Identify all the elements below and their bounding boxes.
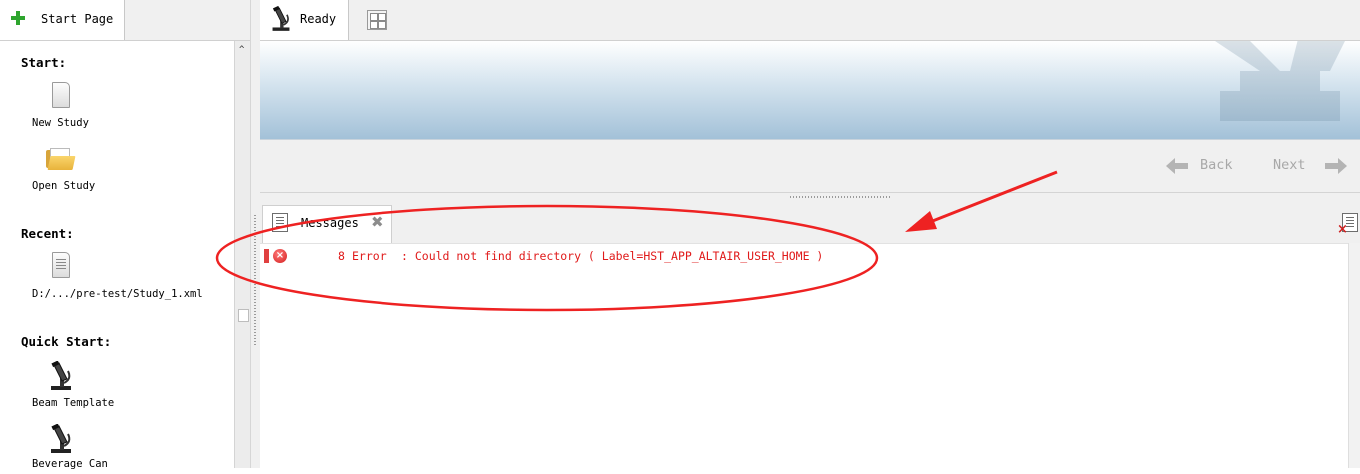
new-document-icon [52,82,70,108]
splitter-grip [790,196,890,198]
wizard-nav-bar: Back Next [260,139,1360,193]
left-panel-scrollbar[interactable]: ^ [234,41,251,468]
message-severity: Error [352,249,387,263]
workspace-tab-bar [260,0,1360,41]
back-button[interactable]: Back [1200,157,1233,173]
message-count: 8 [338,249,345,263]
workspace-banner [260,41,1360,139]
recent-study-item[interactable]: D:/.../pre-test/Study_1.xml [32,252,212,308]
grid-view-icon[interactable] [367,10,387,30]
open-study-item[interactable]: Open Study [32,148,162,204]
beverage-can-item[interactable]: Beverage Can [32,424,162,474]
microscope-icon [51,361,71,390]
clear-x-icon: × [1337,222,1348,237]
messages-list [260,243,1348,469]
tab-messages-label: Messages [301,216,359,230]
new-study-label: New Study [32,117,89,129]
back-arrow-icon[interactable] [1166,158,1188,174]
scroll-up-arrow-icon[interactable]: ^ [239,45,244,55]
tab-ready-label: Ready [300,12,337,26]
tab-ready[interactable]: Ready [260,0,349,40]
message-text: : Could not find directory ( Label=HST_A… [401,249,824,263]
section-title-recent: Recent: [21,226,74,241]
section-title-quick-start: Quick Start: [21,334,112,349]
messages-list-icon [272,213,288,232]
beam-template-item[interactable]: Beam Template [32,361,162,411]
start-page-panel: Start: New Study Open Study Recent: D:/.… [0,41,234,470]
tab-start-page-label: Start Page [41,12,114,26]
new-study-item[interactable]: New Study [32,82,162,138]
recent-study-path: D:/.../pre-test/Study_1.xml [32,288,203,300]
close-tab-icon[interactable]: ✖ [371,213,384,231]
banner-microscope-icon [1215,41,1345,121]
microscope-icon [272,6,290,31]
beverage-can-label: Beverage Can [32,458,108,470]
scrollbar-thumb[interactable] [238,309,249,322]
next-button[interactable]: Next [1273,157,1306,173]
error-marker [264,249,269,263]
tab-messages[interactable]: Messages ✖ [262,205,392,244]
microscope-icon [51,424,71,453]
clear-messages-button[interactable]: × [1337,213,1358,237]
error-icon: × [273,249,287,263]
open-study-label: Open Study [32,180,96,192]
open-folder-icon [46,148,76,170]
xml-document-icon [52,252,70,278]
beam-template-label: Beam Template [32,397,115,409]
next-arrow-icon[interactable] [1325,158,1347,174]
messages-tab-bar [260,201,1360,243]
messages-scrollbar[interactable] [1348,243,1360,468]
splitter-grip [254,215,256,345]
tab-start-page[interactable]: Start Page [0,0,125,40]
section-title-start: Start: [21,55,67,70]
plus-icon [10,10,26,26]
